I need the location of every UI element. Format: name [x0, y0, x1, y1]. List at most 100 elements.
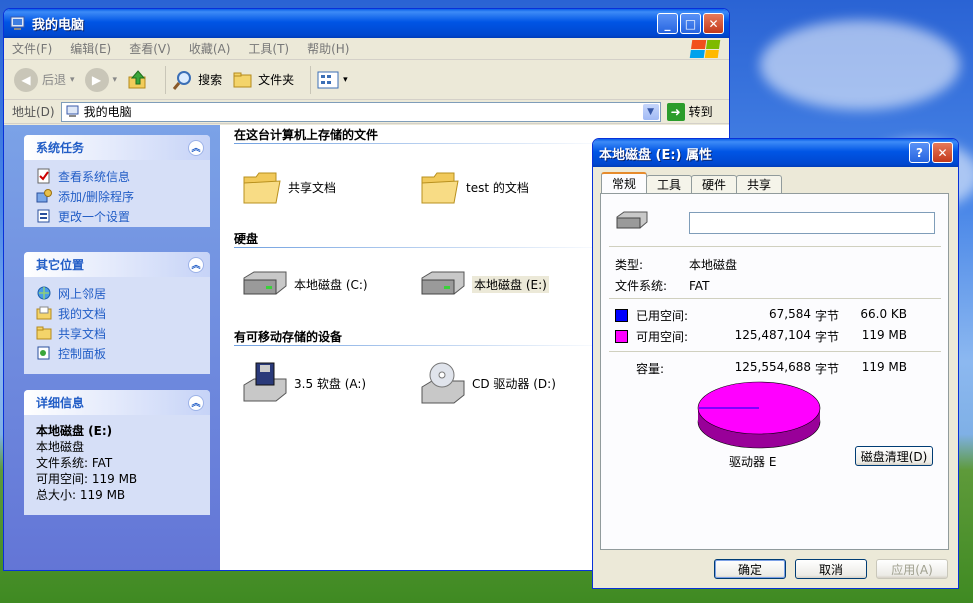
- capacity-bytes: 125,554,688: [734, 360, 811, 374]
- item-label: test 的文档: [466, 180, 529, 195]
- minimize-button[interactable]: _: [657, 13, 678, 34]
- divider: [609, 351, 941, 352]
- task-change-setting[interactable]: 更改一个设置: [36, 206, 200, 226]
- floppy-drive-a[interactable]: 3.5 软盘 (A:): [240, 361, 366, 405]
- details-name: 本地磁盘 (E:): [36, 424, 113, 438]
- details-free-space: 可用空间: 119 MB: [36, 472, 138, 486]
- disk-cleanup-button[interactable]: 磁盘清理(D): [855, 446, 933, 466]
- dialog-title: 本地磁盘 (E:) 属性: [599, 147, 713, 163]
- drive-e[interactable]: 本地磁盘 (E:): [418, 268, 549, 300]
- group-header-hard-drives: 硬盘: [234, 232, 259, 246]
- cd-drive-d[interactable]: CD 驱动器 (D:): [418, 361, 556, 405]
- dialog-close-button[interactable]: ✕: [932, 142, 953, 163]
- folders-button[interactable]: 文件夹: [232, 69, 294, 91]
- search-label: 搜索: [198, 73, 223, 87]
- tab-tools[interactable]: 工具: [646, 175, 693, 193]
- menu-view[interactable]: 查看(V): [129, 40, 171, 57]
- menu-file[interactable]: 文件(F): [12, 40, 52, 57]
- place-shared-documents[interactable]: 共享文档: [36, 323, 200, 343]
- details-filesystem: 文件系统: FAT: [36, 456, 113, 470]
- menu-bar: 文件(F) 编辑(E) 查看(V) 收藏(A) 工具(T) 帮助(H): [4, 38, 729, 60]
- free-space-unit: 字节: [815, 330, 840, 344]
- used-space-unit: 字节: [815, 309, 840, 323]
- volume-label-input[interactable]: [689, 212, 935, 234]
- change-setting-icon: [37, 209, 50, 223]
- task-add-remove-programs[interactable]: 添加/删除程序: [36, 186, 200, 206]
- system-tasks-header[interactable]: 系统任务 ︽: [24, 135, 210, 160]
- drive-caption: 驱动器 E: [729, 455, 777, 469]
- task-view-system-info[interactable]: 查看系统信息: [36, 166, 200, 186]
- capacity-label: 容量:: [636, 362, 665, 376]
- folders-label: 文件夹: [258, 73, 295, 87]
- filesystem-row: 文件系统: FAT: [615, 277, 709, 294]
- menu-tools[interactable]: 工具(T): [248, 40, 289, 57]
- up-button[interactable]: [127, 69, 149, 91]
- details-panel: 详细信息 ︽ 本地磁盘 (E:) 本地磁盘 文件系统: FAT 可用空间: 11…: [24, 390, 210, 515]
- collapse-icon[interactable]: ︽: [188, 256, 204, 273]
- toolbar-separator: [310, 65, 312, 94]
- used-space-human: 66.0 KB: [860, 307, 907, 321]
- toolbar-separator: [165, 65, 167, 94]
- maximize-button[interactable]: □: [680, 13, 701, 34]
- menu-help[interactable]: 帮助(H): [307, 40, 349, 57]
- explorer-titlebar[interactable]: 我的电脑 _ □ ✕: [4, 9, 729, 38]
- hard-drive-icon: [243, 271, 287, 295]
- used-space-label: 已用空间:: [636, 309, 689, 323]
- menu-favorites[interactable]: 收藏(A): [189, 40, 231, 57]
- place-network[interactable]: 网上邻居: [36, 283, 200, 303]
- floppy-drive-icon: [243, 362, 287, 402]
- other-places-panel: 其它位置 ︽ 网上邻居 我的文档 共享文档 控制面板: [24, 252, 210, 374]
- go-label: 转到: [688, 105, 713, 119]
- hard-drive-icon: [421, 271, 465, 295]
- place-control-panel[interactable]: 控制面板: [36, 343, 200, 363]
- tab-sharing[interactable]: 共享: [736, 175, 783, 193]
- other-places-header[interactable]: 其它位置 ︽: [24, 252, 210, 277]
- group-header-removable: 有可移动存储的设备: [234, 330, 343, 344]
- chevron-down-icon: ▾: [112, 74, 118, 85]
- item-label: 共享文档: [288, 180, 337, 195]
- details-title: 详细信息: [36, 396, 85, 410]
- address-input[interactable]: 我的电脑 ▼: [60, 101, 661, 122]
- cancel-button[interactable]: 取消: [795, 559, 867, 579]
- divider: [609, 246, 941, 247]
- drive-c[interactable]: 本地磁盘 (C:): [240, 268, 368, 300]
- back-button[interactable]: ◀ 后退 ▾: [14, 67, 75, 92]
- place-my-documents[interactable]: 我的文档: [36, 303, 200, 323]
- ok-button[interactable]: 确定: [714, 559, 786, 579]
- place-label: 网上邻居: [58, 286, 107, 301]
- add-remove-programs-icon: [36, 189, 52, 203]
- divider: [609, 298, 941, 299]
- dialog-titlebar[interactable]: 本地磁盘 (E:) 属性 ? ✕: [593, 139, 958, 167]
- close-button[interactable]: ✕: [703, 13, 724, 34]
- forward-button[interactable]: ▶ ▾: [84, 67, 118, 92]
- collapse-icon[interactable]: ︽: [188, 394, 204, 411]
- system-tasks-panel: 系统任务 ︽ 查看系统信息 添加/删除程序 更改一个设置: [24, 135, 210, 227]
- menu-edit[interactable]: 编辑(E): [70, 40, 111, 57]
- test-documents-folder[interactable]: test 的文档: [420, 167, 529, 207]
- tab-hardware[interactable]: 硬件: [691, 175, 738, 193]
- folder-up-icon: [128, 69, 146, 88]
- views-button[interactable]: ▾: [317, 70, 348, 90]
- group-divider: [234, 247, 614, 248]
- apply-button[interactable]: 应用(A): [876, 559, 948, 579]
- back-label: 后退: [42, 73, 67, 87]
- type-value: 本地磁盘: [689, 258, 738, 272]
- type-label: 类型:: [615, 258, 644, 272]
- details-type: 本地磁盘: [36, 440, 85, 454]
- search-button[interactable]: 搜索: [172, 69, 222, 91]
- help-button[interactable]: ?: [909, 142, 930, 163]
- general-tab-page: 类型: 本地磁盘 文件系统: FAT 已用空间: 67,584 字节 66.0 …: [600, 193, 949, 550]
- shared-documents-folder[interactable]: 共享文档: [242, 167, 336, 207]
- item-label: CD 驱动器 (D:): [472, 376, 556, 391]
- address-dropdown-icon[interactable]: ▼: [642, 103, 659, 120]
- used-space-row: 已用空间:: [615, 307, 688, 324]
- collapse-icon[interactable]: ︽: [188, 139, 204, 156]
- group-header-files: 在这台计算机上存储的文件: [234, 128, 379, 142]
- my-computer-icon: [10, 16, 25, 30]
- tab-general[interactable]: 常规: [601, 172, 648, 193]
- details-header[interactable]: 详细信息 ︽: [24, 390, 210, 415]
- place-label: 控制面板: [58, 346, 107, 361]
- toolbar: ◀ 后退 ▾ ▶ ▾ 搜索 文件夹 ▾: [4, 60, 729, 100]
- folder-icon: [36, 326, 52, 340]
- go-button[interactable]: ➜ 转到: [666, 102, 713, 121]
